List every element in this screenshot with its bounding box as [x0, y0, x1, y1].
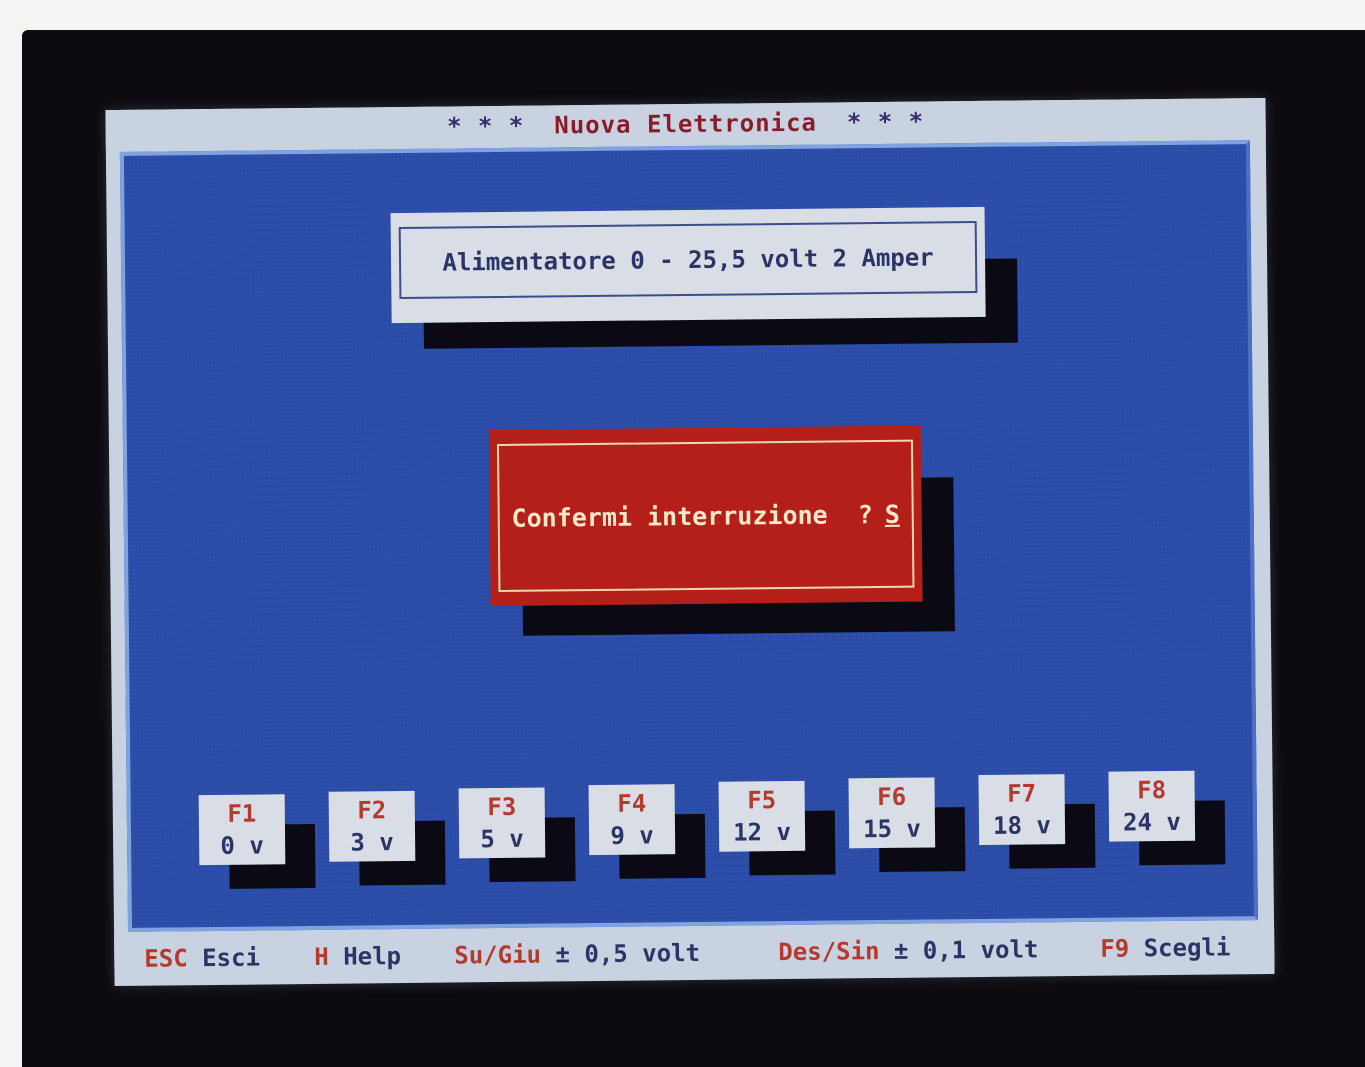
preset-voltage: 9 v	[610, 821, 654, 850]
status-help[interactable]: H Help	[314, 942, 401, 971]
preset-voltage: 12 v	[732, 817, 792, 847]
preset-key-f7[interactable]: F7 18 v	[978, 774, 1066, 845]
status-updown: Su/Giu ± 0,5 volt	[454, 939, 700, 970]
app-title: Nuova Elettronica	[554, 108, 818, 140]
header-panel: Alimentatore 0 - 25,5 volt 2 Amper	[390, 206, 986, 324]
confirm-prompt: Confermi interruzione ?	[511, 499, 873, 533]
preset-voltage: 5 v	[480, 824, 524, 854]
status-help-label: Help	[343, 942, 402, 971]
status-esc-label: Esci	[201, 943, 261, 973]
photo-background: * * * Nuova Elettronica * * * Alimentato…	[0, 0, 1365, 1067]
preset-key-f6[interactable]: F6 15 v	[848, 777, 936, 849]
status-help-key: H	[314, 942, 329, 971]
crt-screen: * * * Nuova Elettronica * * * Alimentato…	[105, 97, 1275, 987]
preset-key-f1[interactable]: F1 0 v	[198, 794, 286, 866]
title-stars-right: * * *	[846, 107, 925, 137]
status-updown-label: ± 0,5 volt	[555, 938, 701, 969]
preset-key-label: F7	[1007, 779, 1037, 808]
preset-key-f8[interactable]: F8 24 v	[1108, 770, 1196, 842]
preset-voltage: 15 v	[862, 814, 922, 844]
preset-key-label: F1	[227, 799, 257, 828]
preset-key-f2[interactable]: F2 3 v	[328, 790, 416, 862]
status-esc-key: ESC	[144, 944, 188, 973]
status-leftright-key: Des/Sin	[778, 937, 880, 967]
preset-key-label: F3	[487, 792, 517, 822]
preset-voltage: 0 v	[220, 831, 264, 860]
preset-voltage: 24 v	[1122, 807, 1181, 837]
preset-key-f4[interactable]: F4 9 v	[588, 784, 676, 856]
preset-voltage: 18 v	[992, 811, 1052, 840]
status-leftright-label: ± 0,1 volt	[893, 935, 1039, 965]
title-stars-left: * * *	[446, 111, 525, 141]
status-esc[interactable]: ESC Esci	[144, 944, 260, 973]
status-updown-key: Su/Giu	[454, 940, 542, 970]
status-choose-label: Scegli	[1143, 933, 1231, 963]
main-workspace: Alimentatore 0 - 25,5 volt 2 Amper Confe…	[119, 140, 1258, 932]
preset-key-label: F5	[747, 786, 777, 815]
preset-key-label: F6	[877, 782, 907, 812]
preset-key-f3[interactable]: F3 5 v	[458, 787, 546, 859]
status-bar: ESC Esci H Help Su/Giu ± 0,5 volt Des/Si…	[114, 923, 1275, 983]
status-choose[interactable]: F9 Scegli	[1100, 933, 1230, 962]
confirm-dialog[interactable]: Confermi interruzione ? S	[488, 425, 923, 607]
preset-key-f5[interactable]: F5 12 v	[718, 780, 806, 852]
preset-key-label: F8	[1137, 776, 1167, 805]
preset-key-label: F4	[617, 789, 647, 818]
confirm-dialog-body: Confermi interruzione ? S	[496, 439, 915, 593]
confirm-answer-field[interactable]: S	[885, 499, 900, 528]
status-leftright: Des/Sin ± 0,1 volt	[778, 935, 1038, 966]
preset-key-label: F2	[357, 796, 387, 825]
status-choose-key: F9	[1100, 934, 1130, 963]
preset-voltage: 3 v	[350, 828, 394, 857]
header-label: Alimentatore 0 - 25,5 volt 2 Amper	[398, 220, 978, 300]
